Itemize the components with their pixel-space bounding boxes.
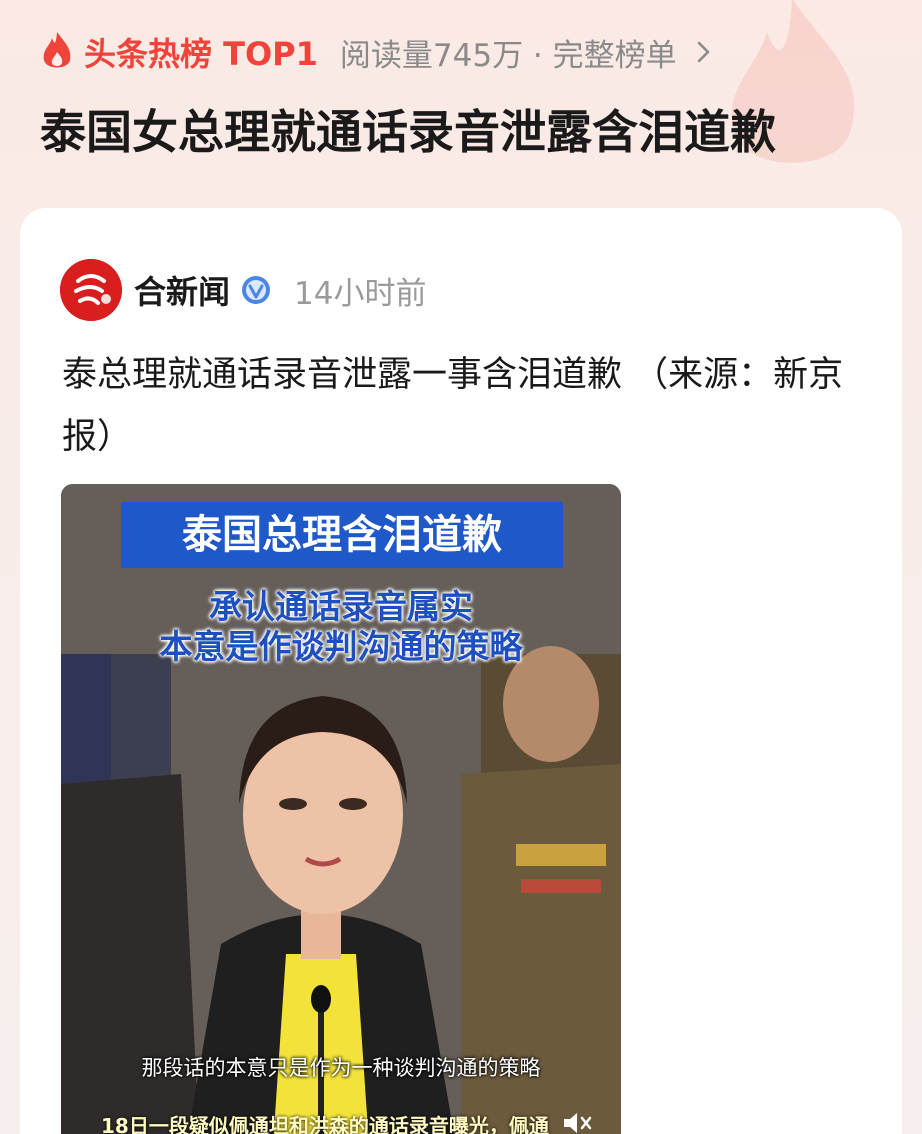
verified-badge-icon — [242, 276, 271, 304]
post-text[interactable]: 泰总理就通话录音泄露一事含泪道歉 （来源：新京报） — [62, 344, 852, 468]
hot-rank-label[interactable]: 头条热榜 TOP1 — [84, 29, 318, 75]
chevron-right-icon[interactable] — [695, 38, 713, 66]
author-name[interactable]: 合新闻 — [134, 267, 230, 313]
avatar[interactable] — [60, 259, 122, 321]
video-subtitle-line2: 本意是作谈判沟通的策略 — [159, 627, 523, 666]
video-top-partial-text — [181, 484, 501, 496]
news-logo-icon — [60, 259, 122, 321]
hot-rank-meta[interactable]: 阅读量745万 · 完整榜单 — [340, 30, 677, 75]
video-thumbnail[interactable]: 泰国总理含泪道歉 承认通话录音属实 本意是作谈判沟通的策略 那段话的本意只是作为… — [61, 484, 621, 1134]
post-card[interactable]: 合新闻 14小时前 泰总理就通话录音泄露一事含泪道歉 （来源：新京报） 泰国总理… — [20, 208, 902, 1134]
video-caption: 那段话的本意只是作为一种谈判沟通的策略 — [141, 1056, 541, 1080]
author-row[interactable]: 合新闻 14小时前 — [60, 258, 426, 322]
video-caption-partial: 18日一段疑似佩通坦和洪森的通话录音曝光，佩通 — [101, 1114, 549, 1134]
video-title-banner: 泰国总理含泪道歉 — [121, 502, 563, 568]
flame-icon — [43, 32, 71, 68]
page-headline[interactable]: 泰国女总理就通话录音泄露含泪道歉 — [40, 104, 900, 160]
hot-rank-header[interactable]: 头条热榜 TOP1 阅读量745万 · 完整榜单 — [40, 28, 882, 76]
mute-icon[interactable] — [559, 1106, 593, 1134]
post-timestamp: 14小时前 — [294, 275, 427, 312]
